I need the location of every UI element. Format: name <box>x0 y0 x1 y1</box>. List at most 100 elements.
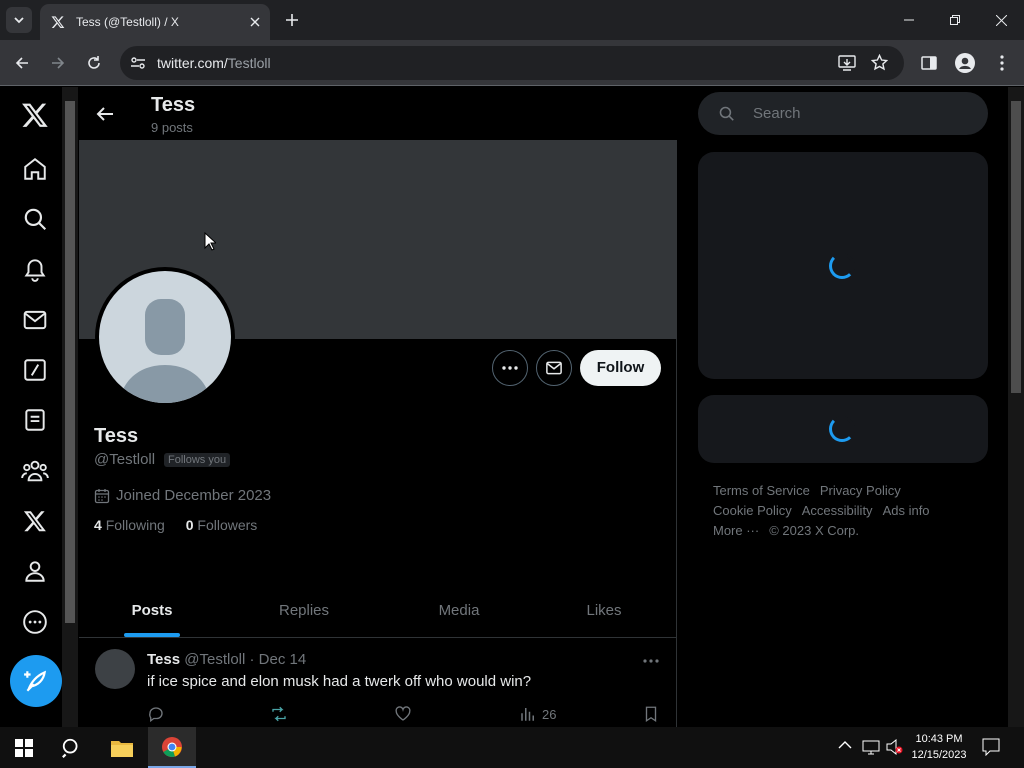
nav-lists[interactable] <box>17 402 53 438</box>
nav-home[interactable] <box>17 151 53 187</box>
nav-explore[interactable] <box>17 201 53 237</box>
windows-logo-icon <box>15 738 33 757</box>
url-host: twitter.com/ <box>157 55 228 71</box>
tab-search-button[interactable] <box>6 7 32 33</box>
tab-replies[interactable]: Replies <box>229 587 379 638</box>
back-arrow-icon[interactable] <box>95 104 115 124</box>
follow-button[interactable]: Follow <box>580 350 661 386</box>
file-explorer-button[interactable] <box>98 727 146 768</box>
profile-handle: @Testloll <box>94 451 156 468</box>
list-icon <box>25 409 45 431</box>
bookmark-icon <box>645 706 657 723</box>
left-nav <box>0 87 62 727</box>
back-button[interactable] <box>9 50 35 76</box>
close-window-button[interactable] <box>978 0 1024 40</box>
start-button[interactable] <box>0 727 48 768</box>
cookie-link[interactable]: Cookie Policy <box>713 503 792 518</box>
bookmark-button[interactable] <box>642 704 660 724</box>
x-home-logo[interactable] <box>17 97 53 133</box>
minimize-button[interactable] <box>886 0 932 40</box>
chrome-icon <box>162 736 182 757</box>
nav-messages[interactable] <box>17 302 53 338</box>
tab-media[interactable]: Media <box>384 587 534 638</box>
address-bar[interactable]: twitter.com/Testloll <box>120 46 904 80</box>
post-date: · Dec 14 <box>249 651 307 668</box>
site-settings-icon[interactable] <box>130 55 146 71</box>
mouse-cursor-icon <box>204 232 216 251</box>
search-input[interactable]: Search <box>698 92 988 135</box>
browser-menu-button[interactable] <box>989 50 1015 76</box>
following-count: 4 <box>94 517 102 533</box>
followers-count: 0 <box>185 517 194 533</box>
feather-plus-icon <box>24 670 47 692</box>
profile-button[interactable] <box>952 50 978 76</box>
kebab-menu-icon <box>1000 55 1004 71</box>
reload-icon <box>88 56 100 69</box>
nav-grok[interactable] <box>17 352 53 388</box>
close-tab-icon[interactable] <box>250 17 260 27</box>
terms-link[interactable]: Terms of Service <box>713 483 810 498</box>
more-options-button[interactable] <box>492 350 528 386</box>
system-clock[interactable]: 10:43 PM 12/15/2023 <box>904 731 974 763</box>
plus-icon <box>286 14 298 26</box>
heart-icon <box>395 706 411 721</box>
following-link[interactable]: 4 Following <box>94 517 165 533</box>
nav-premium[interactable] <box>17 503 53 539</box>
x-logo-icon <box>23 511 46 532</box>
compose-post-button[interactable] <box>10 655 62 707</box>
message-button[interactable] <box>536 350 572 386</box>
chrome-taskbar-button[interactable] <box>148 727 196 768</box>
accessibility-link[interactable]: Accessibility <box>802 503 873 518</box>
page-scrollbar-thumb[interactable] <box>1011 101 1021 393</box>
nav-scrollbar[interactable] <box>62 87 78 727</box>
post[interactable]: Tess @Testloll · Dec 14 if ice spice and… <box>79 639 677 727</box>
reload-button[interactable] <box>81 50 107 76</box>
post-more-icon[interactable] <box>641 651 661 671</box>
following-label: Following <box>105 517 165 533</box>
bookmark-star-icon[interactable] <box>871 54 888 71</box>
taskbar-search-button[interactable] <box>48 727 96 768</box>
more-link[interactable]: More ··· <box>713 523 759 538</box>
follows-you-badge: Follows you <box>164 453 231 467</box>
header-post-count: 9 posts <box>151 120 193 135</box>
nav-communities[interactable] <box>17 453 53 489</box>
forward-button[interactable] <box>45 50 71 76</box>
tab-posts[interactable]: Posts <box>79 587 225 638</box>
like-button[interactable] <box>394 704 412 724</box>
joined-text: Joined December 2023 <box>116 487 272 504</box>
ads-link[interactable]: Ads info <box>883 503 930 518</box>
post-avatar[interactable] <box>95 649 135 689</box>
side-panel-button[interactable] <box>916 50 942 76</box>
install-app-icon[interactable] <box>838 54 856 72</box>
communities-icon <box>21 460 49 482</box>
nav-notifications[interactable] <box>17 251 53 287</box>
notifications-icon[interactable] <box>982 738 1000 756</box>
network-icon[interactable] <box>862 739 880 755</box>
loading-spinner-icon <box>829 253 855 279</box>
views-button[interactable]: 26 <box>519 704 556 724</box>
tab-likes[interactable]: Likes <box>529 587 679 638</box>
right-sidebar: Search Terms of Service Privacy Policy Co… <box>678 87 1008 727</box>
restore-button[interactable] <box>932 0 978 40</box>
reply-button[interactable] <box>147 704 165 724</box>
repost-button[interactable] <box>270 704 288 724</box>
search-icon <box>718 105 735 122</box>
bell-icon <box>24 259 46 282</box>
nav-scrollbar-thumb[interactable] <box>65 101 75 623</box>
browser-tab[interactable]: Tess (@Testloll) / X <box>40 4 270 40</box>
privacy-link[interactable]: Privacy Policy <box>820 483 901 498</box>
search-icon <box>24 208 47 231</box>
profile-avatar[interactable] <box>95 267 235 407</box>
calendar-icon <box>94 488 110 504</box>
nav-profile[interactable] <box>17 553 53 589</box>
loading-card-small <box>698 395 988 463</box>
followers-link[interactable]: 0 Followers <box>186 517 258 533</box>
chevron-up-icon[interactable] <box>838 740 852 750</box>
active-tab-indicator <box>124 633 180 637</box>
new-tab-button[interactable] <box>280 8 304 32</box>
volume-muted-icon[interactable] <box>886 739 904 755</box>
nav-more[interactable] <box>17 604 53 640</box>
clock-date: 12/15/2023 <box>911 749 967 761</box>
page-scrollbar[interactable] <box>1008 87 1024 727</box>
more-circle-icon <box>23 610 47 634</box>
